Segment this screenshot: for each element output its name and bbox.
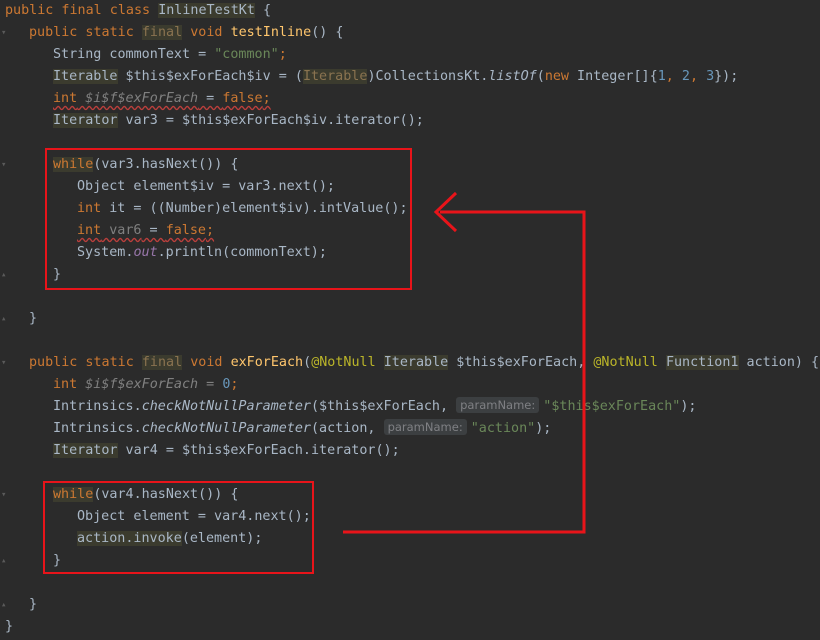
- annotation-arrow-icon: [343, 191, 586, 534]
